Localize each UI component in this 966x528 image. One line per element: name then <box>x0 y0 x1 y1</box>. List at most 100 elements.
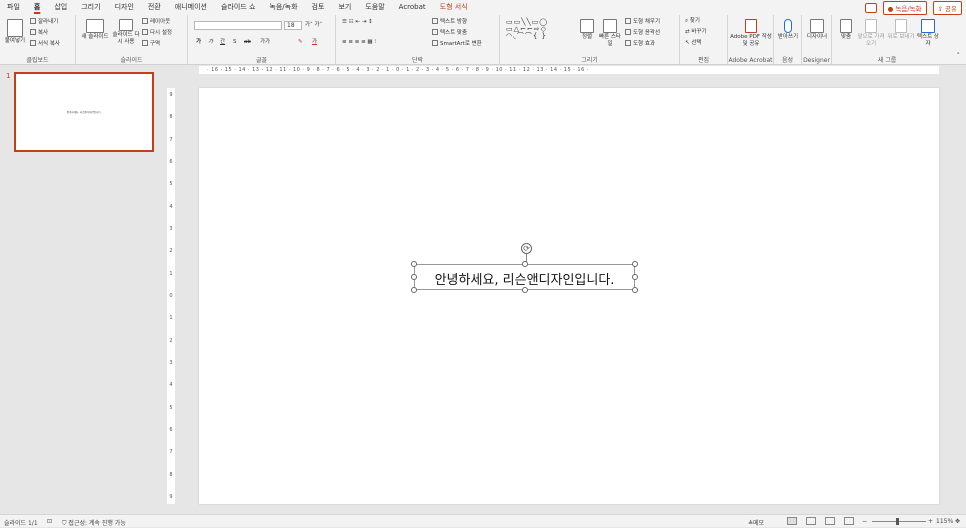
font-name-input[interactable] <box>194 21 282 30</box>
textbox-button[interactable]: 텍스트 상자 <box>916 19 940 48</box>
adobe-pdf-label: Adobe PDF 작성 및 공유 <box>730 34 772 47</box>
zoom-slider[interactable] <box>872 521 926 522</box>
tab-home[interactable]: 홈 <box>27 0 47 15</box>
resize-handle-bottom[interactable] <box>522 287 528 293</box>
spelling-icon[interactable]: ⊡ <box>47 518 52 525</box>
tab-design[interactable]: 디자인 <box>108 0 141 15</box>
slide-thumbnail[interactable]: 안녕하세요, 리슨앤디자인입니다. <box>14 72 154 152</box>
comment-icon[interactable] <box>864 3 877 13</box>
ribbon-tabs: 파일 홈 삽입 그리기 디자인 전환 애니메이션 슬라이드 쇼 녹음/녹화 검토… <box>0 0 966 15</box>
font-size-input[interactable]: 18 <box>284 21 302 30</box>
custom-group-label: 새 그룹 <box>877 57 897 64</box>
slide-canvas[interactable]: ⟳ 안녕하세요, 리슨앤디자인입니다. <box>199 88 939 504</box>
zoom-in-button[interactable]: + <box>928 518 933 525</box>
tab-file[interactable]: 파일 <box>0 0 27 15</box>
bring-forward-label: 앞으로 가져오기 <box>857 34 885 47</box>
align-button[interactable]: 맞춤 <box>835 19 857 41</box>
strike-button[interactable]: ab <box>244 39 251 46</box>
reading-view-icon[interactable] <box>825 517 835 525</box>
quick-styles-button[interactable]: 빠른 스타일 <box>598 19 622 48</box>
vruler-tick: 9 <box>169 493 173 500</box>
format-painter-button[interactable]: 서식 복사 <box>30 40 60 48</box>
copy-button[interactable]: 복사 <box>30 29 48 37</box>
tab-slideshow[interactable]: 슬라이드 쇼 <box>214 0 262 15</box>
cut-button[interactable]: 잘라내기 <box>30 18 58 26</box>
adobe-pdf-button[interactable]: Adobe PDF 작성 및 공유 <box>730 19 772 48</box>
grow-font-button[interactable]: 가˄ 가˅ <box>305 22 322 29</box>
resize-handle-left[interactable] <box>411 274 417 280</box>
shape-outline-label: 도형 윤곽선 <box>633 30 661 36</box>
paste-button[interactable]: 붙여넣기 <box>2 19 28 45</box>
text-direction-label: 텍스트 방향 <box>440 19 468 25</box>
italic-button[interactable]: 가 <box>208 39 213 46</box>
shape-outline-button[interactable]: 도형 윤곽선 <box>625 29 660 37</box>
smartart-button[interactable]: SmartArt로 변환 <box>432 40 482 48</box>
arrange-button[interactable]: 정렬 <box>576 19 598 41</box>
textbox-content[interactable]: 안녕하세요, 리슨앤디자인입니다. <box>415 269 634 288</box>
slide-sorter-icon[interactable] <box>806 517 816 525</box>
zoom-out-button[interactable]: − <box>862 518 867 525</box>
dictate-button[interactable]: 받아쓰기 <box>776 19 800 41</box>
collapse-ribbon-icon[interactable]: ˄ <box>957 52 961 60</box>
vruler-tick: 9 <box>169 92 173 98</box>
slideshow-icon[interactable] <box>844 517 854 525</box>
reset-button[interactable]: 다시 설정 <box>142 29 172 37</box>
tab-transitions[interactable]: 전환 <box>141 0 168 15</box>
reuse-slides-button[interactable]: 슬라이드 다시 사용 <box>112 19 140 46</box>
tab-view[interactable]: 보기 <box>331 0 358 15</box>
underline-button[interactable]: 간 <box>220 39 225 46</box>
shape-fill-label: 도형 채우기 <box>633 19 661 25</box>
slide-number: 1 <box>6 72 11 80</box>
resize-handle-top-right[interactable] <box>632 261 638 267</box>
case-button[interactable]: 가가 <box>260 39 270 46</box>
align-text-button[interactable]: 텍스트 맞춤 <box>432 29 467 37</box>
pen-icon <box>625 29 631 35</box>
tab-help[interactable]: 도움말 <box>358 0 391 15</box>
shape-fill-button[interactable]: 도형 채우기 <box>625 18 660 26</box>
align-buttons[interactable]: ≡ ≡ ≡ ≡ ▦ ⁝ <box>342 39 376 46</box>
text-direction-button[interactable]: 텍스트 방향 <box>432 18 467 26</box>
section-button[interactable]: 구역 <box>142 40 160 48</box>
quick-styles-icon <box>603 19 617 33</box>
designer-button[interactable]: 디자이너 <box>805 19 829 41</box>
normal-view-icon[interactable] <box>787 517 797 525</box>
tab-acrobat[interactable]: Acrobat <box>392 0 433 15</box>
tab-animations[interactable]: 애니메이션 <box>168 0 214 15</box>
tab-record[interactable]: 녹음/녹화 <box>262 0 304 15</box>
resize-handle-right[interactable] <box>632 274 638 280</box>
shadow-button[interactable]: S <box>233 39 237 46</box>
selected-textbox[interactable]: 안녕하세요, 리슨앤디자인입니다. <box>411 261 638 293</box>
group-clipboard: 붙여넣기 잘라내기 복사 서식 복사 클립보드 <box>0 15 76 65</box>
resize-handle-bottom-left[interactable] <box>411 287 417 293</box>
replace-button[interactable]: ⇄ 바꾸기 <box>685 29 707 36</box>
zoom-slider-thumb[interactable] <box>896 518 899 525</box>
tab-review[interactable]: 검토 <box>305 0 332 15</box>
vruler-tick: 4 <box>169 382 173 389</box>
tab-shape-format[interactable]: 도형 서식 <box>433 0 475 15</box>
record-button[interactable]: ● 녹음/녹화 <box>882 1 927 15</box>
resize-handle-top-left[interactable] <box>411 261 417 267</box>
notes-button[interactable]: ≜메모 <box>748 518 764 527</box>
rotate-handle-icon[interactable]: ⟳ <box>521 243 532 254</box>
share-button[interactable]: ⇪ 공유 <box>932 1 962 15</box>
resize-handle-top[interactable] <box>522 261 528 267</box>
font-color-button[interactable]: 가 <box>312 39 317 46</box>
tab-insert[interactable]: 삽입 <box>47 0 74 15</box>
select-button[interactable]: ↖ 선택 <box>685 40 701 47</box>
bold-button[interactable]: 가 <box>196 39 201 46</box>
bring-forward-button[interactable]: 앞으로 가져오기 <box>857 19 885 48</box>
new-slide-button[interactable]: 새 슬라이드 <box>78 19 112 41</box>
bullets-button[interactable]: ☰ ☷ ⇤ ⇥ ↕ <box>342 19 373 26</box>
shape-effects-button[interactable]: 도형 효과 <box>625 40 655 48</box>
group-designer: 디자이너 Designer <box>802 15 832 65</box>
tab-draw[interactable]: 그리기 <box>74 0 107 15</box>
resize-handle-bottom-right[interactable] <box>632 287 638 293</box>
shapes-gallery[interactable]: ▭▭╲╲▭◯ ▭△⌐⌐⇨◇ ◠◟⌒⌒{ } <box>506 19 548 40</box>
send-backward-button[interactable]: 뒤로 보내기 <box>887 19 915 41</box>
highlight-color-button[interactable]: ✎ <box>298 39 303 46</box>
layout-button[interactable]: 레이아웃 <box>142 18 170 26</box>
zoom-level[interactable]: 115% <box>936 518 953 525</box>
find-button[interactable]: ⌕ 찾기 <box>685 18 700 25</box>
fit-slide-icon[interactable]: ✥ <box>955 518 960 525</box>
vruler-tick: 7 <box>169 449 173 456</box>
